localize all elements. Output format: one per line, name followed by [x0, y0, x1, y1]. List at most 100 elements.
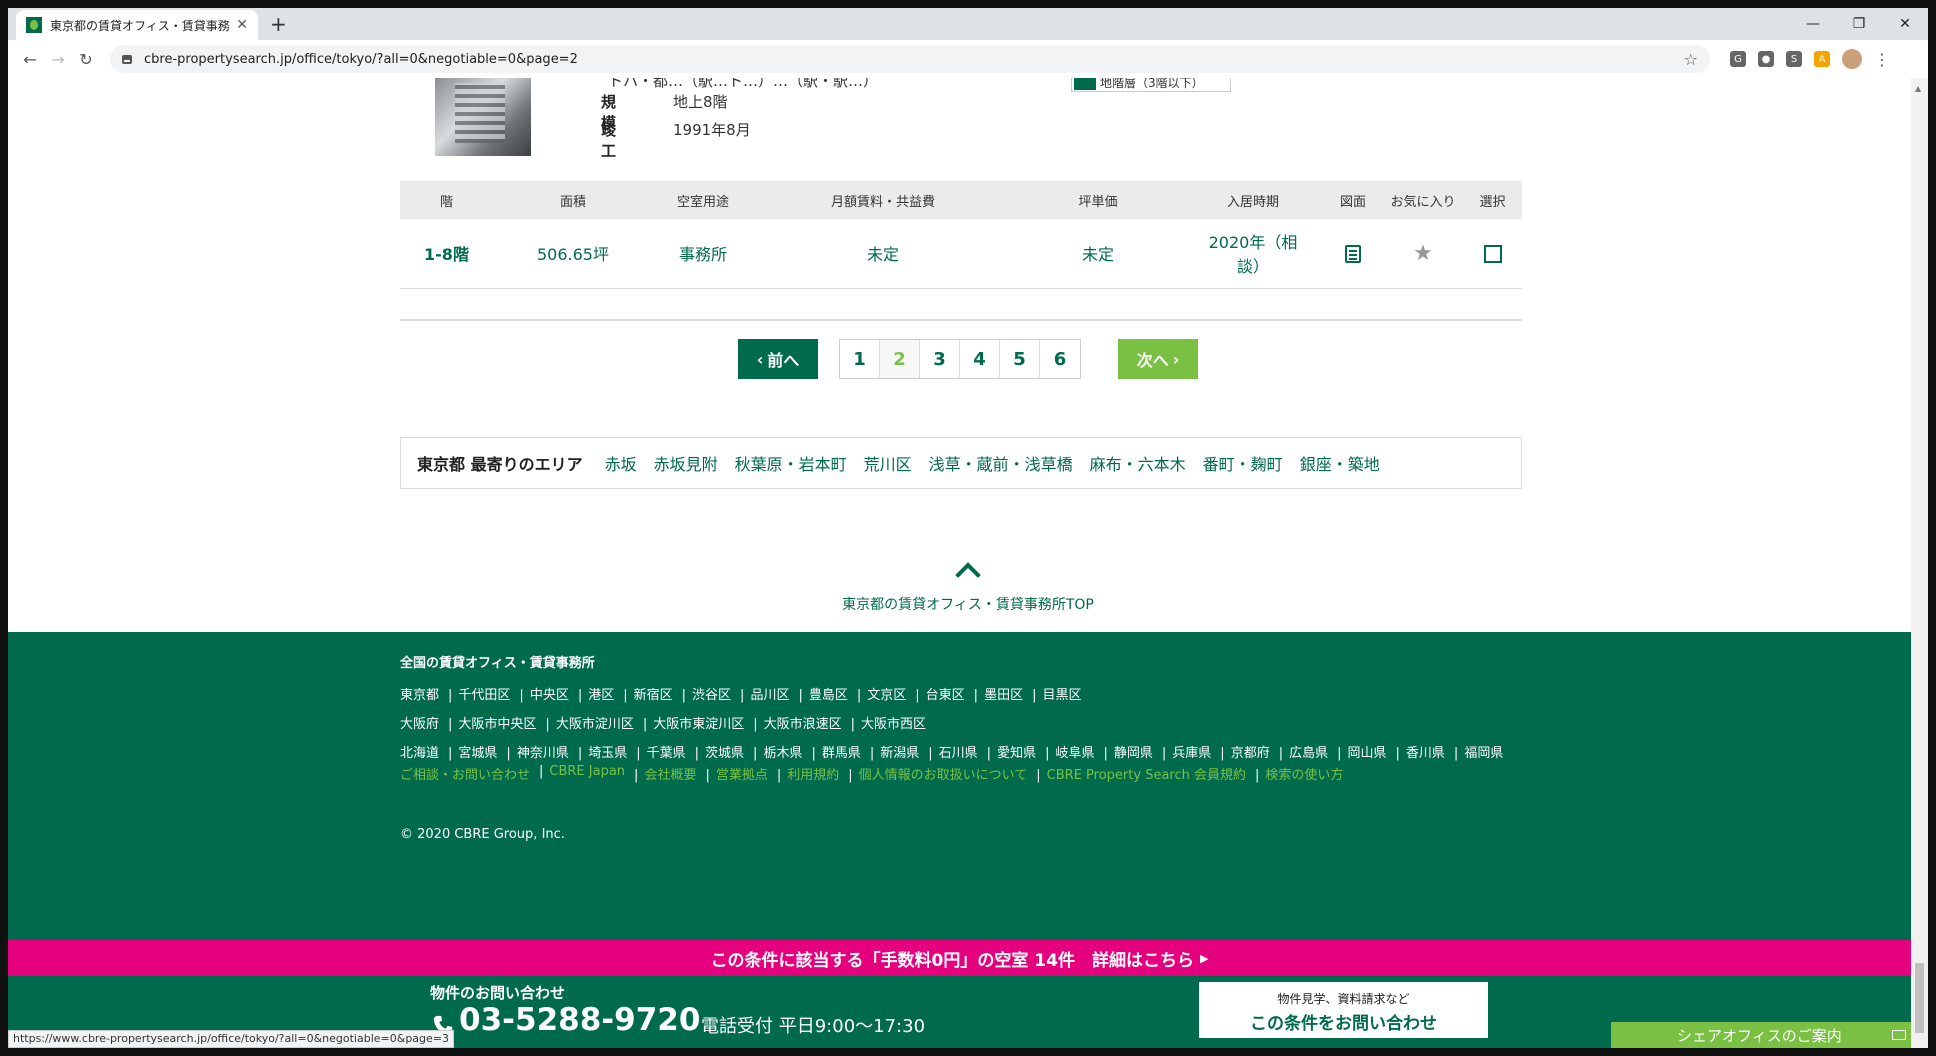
footer-site-links: ご相談・お問い合わせ CBRE Japan 会社概要 営業拠点 利用規約 個人情…: [400, 764, 1352, 783]
footer-link[interactable]: 墨田区: [974, 684, 1032, 703]
footer-link[interactable]: 広島県: [1279, 742, 1337, 761]
address-bar[interactable]: cbre-propertysearch.jp/office/tokyo/?all…: [110, 45, 1710, 73]
area-link-akasaka[interactable]: 赤坂: [605, 451, 637, 475]
favorite-star-icon[interactable]: ★: [1413, 241, 1433, 266]
footer-link[interactable]: 文京区: [857, 684, 915, 703]
footer-link[interactable]: 兵庫県: [1162, 742, 1220, 761]
page-link-4[interactable]: 4: [960, 340, 1000, 378]
footer-link[interactable]: 福岡県: [1454, 742, 1512, 761]
select-checkbox[interactable]: [1483, 245, 1502, 263]
back-to-top-link[interactable]: 東京都の賃貸オフィス・賃貸事務所TOP: [838, 556, 1098, 614]
floorplan-icon[interactable]: [1345, 245, 1361, 263]
browser-tab[interactable]: 東京都の賃貸オフィス・賃貸事務所 ✕: [16, 10, 258, 40]
footer-link[interactable]: 大阪市中央区: [448, 713, 545, 732]
footer-link[interactable]: 豊島区: [798, 684, 856, 703]
footer-link[interactable]: 新宿区: [623, 684, 681, 703]
profile-avatar[interactable]: [1842, 49, 1862, 69]
footer-link[interactable]: 埼玉県: [578, 742, 636, 761]
footer-link[interactable]: 北海道: [400, 742, 448, 761]
forward-button[interactable]: →: [44, 50, 72, 69]
browser-menu-icon[interactable]: ⋮: [1874, 50, 1890, 69]
footer-link[interactable]: 愛知県: [987, 742, 1045, 761]
cell-move-in: 2020年（相 談）: [1183, 219, 1323, 289]
footer-link-contact[interactable]: ご相談・お問い合わせ: [400, 764, 539, 783]
extension-a-icon[interactable]: A: [1814, 51, 1830, 67]
footer-link-how-to-search[interactable]: 検索の使い方: [1255, 764, 1352, 783]
footer-link[interactable]: 大阪市東淀川区: [643, 713, 753, 732]
back-to-top-label: 東京都の賃貸オフィス・賃貸事務所TOP: [842, 597, 1094, 613]
area-link-ginza[interactable]: 銀座・築地: [1300, 451, 1380, 475]
cell-select[interactable]: [1463, 219, 1522, 289]
footer-link[interactable]: 港区: [578, 684, 623, 703]
cell-floorplan[interactable]: [1323, 219, 1383, 289]
scrollbar-thumb[interactable]: [1915, 963, 1924, 1033]
page-scrollbar[interactable]: ▲: [1911, 78, 1928, 1048]
footer-link[interactable]: 渋谷区: [682, 684, 740, 703]
footer-link[interactable]: 大阪市西区: [851, 713, 935, 732]
new-tab-button[interactable]: +: [270, 12, 287, 36]
footer-link-offices[interactable]: 営業拠点: [705, 764, 776, 783]
prev-page-button[interactable]: ‹ 前へ: [738, 339, 818, 379]
page-link-6[interactable]: 6: [1040, 340, 1080, 378]
footer-link[interactable]: 大阪市淀川区: [545, 713, 642, 732]
footer-link-privacy[interactable]: 個人情報のお取扱いについて: [848, 764, 1036, 783]
share-office-button[interactable]: シェアオフィスのご案内: [1611, 1022, 1911, 1048]
area-link-bancho[interactable]: 番町・麹町: [1203, 451, 1283, 475]
footer-link[interactable]: 千代田区: [448, 684, 519, 703]
extension-s-icon[interactable]: S: [1786, 51, 1802, 67]
footer-link[interactable]: 東京都: [400, 684, 448, 703]
footer-link-company[interactable]: 会社概要: [634, 764, 705, 783]
bookmark-star-icon[interactable]: ☆: [1684, 50, 1698, 69]
footer-link[interactable]: 中央区: [519, 684, 577, 703]
footer-link-member-terms[interactable]: CBRE Property Search 会員規約: [1036, 764, 1255, 783]
building-photo[interactable]: [435, 78, 531, 156]
footer-link[interactable]: 新潟県: [870, 742, 928, 761]
footer-link[interactable]: 大阪市浪速区: [753, 713, 850, 732]
footer-link[interactable]: 岐阜県: [1045, 742, 1103, 761]
page-link-5[interactable]: 5: [1000, 340, 1040, 378]
scroll-up-arrow-icon[interactable]: ▲: [1915, 84, 1921, 93]
area-link-asakusa[interactable]: 浅草・蔵前・浅草橋: [929, 451, 1073, 475]
footer-link-terms[interactable]: 利用規約: [777, 764, 848, 783]
page-link-1[interactable]: 1: [840, 340, 880, 378]
footer-link[interactable]: 台東区: [915, 684, 973, 703]
extension-circle-icon[interactable]: ●: [1758, 51, 1774, 67]
footer-link[interactable]: 宮城県: [448, 742, 506, 761]
area-link-akihabara[interactable]: 秋葉原・岩本町: [735, 451, 847, 475]
phone-number[interactable]: 03-5288-9720: [459, 1002, 700, 1038]
spec-label: 竣工: [601, 121, 617, 160]
footer-link[interactable]: 京都府: [1220, 742, 1278, 761]
footer-link[interactable]: 栃木県: [753, 742, 811, 761]
page-link-3[interactable]: 3: [920, 340, 960, 378]
table-row[interactable]: 1-8階 506.65坪 事務所 未定 未定 2020年（相 談） ★: [400, 219, 1522, 289]
close-window-button[interactable]: ✕: [1882, 8, 1928, 40]
footer-link[interactable]: 岡山県: [1337, 742, 1395, 761]
area-link-arakawa[interactable]: 荒川区: [864, 451, 912, 475]
footer-link-cbre-japan[interactable]: CBRE Japan: [539, 764, 634, 783]
footer-link[interactable]: 品川区: [740, 684, 798, 703]
area-link-akasaka-mitsuke[interactable]: 赤坂見附: [654, 451, 718, 475]
next-page-button[interactable]: 次へ ›: [1118, 339, 1198, 379]
extension-g-icon[interactable]: G: [1730, 51, 1746, 67]
restore-button[interactable]: ❐: [1836, 8, 1882, 40]
inquiry-button[interactable]: 物件見学、資料請求など この条件をお問い合わせ: [1199, 982, 1488, 1038]
col-move-in: 入居時期: [1183, 181, 1323, 219]
footer-link[interactable]: 千葉県: [636, 742, 694, 761]
back-button[interactable]: ←: [16, 50, 44, 69]
footer-link[interactable]: 香川県: [1396, 742, 1454, 761]
footer-link[interactable]: 静岡県: [1103, 742, 1161, 761]
close-tab-icon[interactable]: ✕: [236, 17, 248, 33]
footer-link[interactable]: 大阪府: [400, 713, 448, 732]
zero-fee-banner[interactable]: この条件に該当する「手数料0円」の空室 14件 詳細はこちら ▶: [8, 940, 1911, 976]
col-unit-price: 坪単価: [1013, 181, 1183, 219]
reload-button[interactable]: ↻: [72, 50, 100, 69]
page-link-2-current[interactable]: 2: [880, 340, 920, 378]
minimize-button[interactable]: —: [1790, 8, 1836, 40]
footer-link[interactable]: 目黒区: [1032, 684, 1090, 703]
footer-link[interactable]: 神奈川県: [506, 742, 577, 761]
cell-favorite[interactable]: ★: [1383, 219, 1463, 289]
area-link-azabu[interactable]: 麻布・六本木: [1090, 451, 1186, 475]
footer-link[interactable]: 石川県: [928, 742, 986, 761]
footer-link[interactable]: 群馬県: [811, 742, 869, 761]
footer-link[interactable]: 茨城県: [695, 742, 753, 761]
